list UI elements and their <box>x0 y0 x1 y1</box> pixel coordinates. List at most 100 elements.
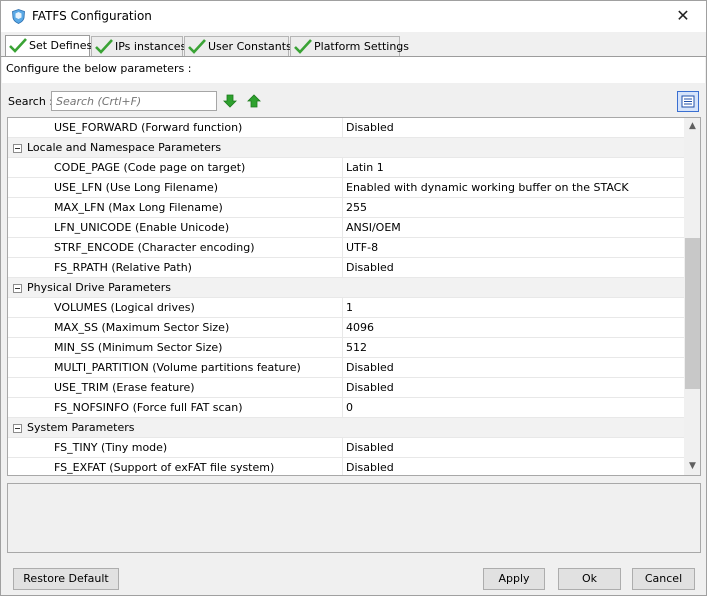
parameter-value[interactable]: 1 <box>346 301 353 314</box>
parameter-value[interactable]: Disabled <box>346 261 394 274</box>
parameter-row[interactable]: FS_TINY (Tiny mode) Disabled <box>8 438 684 458</box>
column-divider <box>342 238 343 258</box>
tab-label: IPs instances <box>115 40 187 53</box>
scroll-thumb[interactable] <box>685 238 700 389</box>
tab-label: User Constants <box>208 40 292 53</box>
parameter-name: VOLUMES (Logical drives) <box>54 301 195 314</box>
parameter-row[interactable]: MAX_LFN (Max Long Filename) 255 <box>8 198 684 218</box>
apply-button[interactable]: Apply <box>483 568 545 590</box>
search-input[interactable] <box>51 91 217 111</box>
column-divider <box>342 118 343 138</box>
parameter-value[interactable]: Disabled <box>346 121 394 134</box>
column-divider <box>342 438 343 458</box>
tab-user-constants[interactable]: User Constants <box>184 36 292 56</box>
parameter-name: USE_TRIM (Erase feature) <box>54 381 195 394</box>
parameter-row[interactable]: STRF_ENCODE (Character encoding) UTF-8 <box>8 238 684 258</box>
group-row[interactable]: System Parameters <box>8 418 684 438</box>
title-bar: FATFS Configuration ✕ <box>1 1 706 32</box>
tab-set-defines[interactable]: Set Defines <box>5 35 93 56</box>
window-title: FATFS Configuration <box>32 9 152 23</box>
parameter-value[interactable]: 4096 <box>346 321 374 334</box>
parameters-table: USE_FORWARD (Forward function) Disabled Lo… <box>7 117 701 476</box>
instruction-text: Configure the below parameters : <box>6 62 192 75</box>
parameter-name: FS_TINY (Tiny mode) <box>54 441 168 454</box>
tab-label: Set Defines <box>29 39 93 52</box>
parameter-row[interactable]: MIN_SS (Minimum Sector Size) 512 <box>8 338 684 358</box>
collapse-icon[interactable] <box>13 424 22 433</box>
parameter-name: MIN_SS (Minimum Sector Size) <box>54 341 223 354</box>
parameter-name: FS_RPATH (Relative Path) <box>54 261 192 274</box>
parameter-name: USE_FORWARD (Forward function) <box>54 121 243 134</box>
parameter-value[interactable]: Disabled <box>346 461 394 474</box>
group-label: System Parameters <box>27 421 135 434</box>
parameter-name: MULTI_PARTITION (Volume partitions featu… <box>54 361 301 374</box>
checkmark-icon <box>188 39 206 54</box>
parameter-name: MAX_LFN (Max Long Filename) <box>54 201 223 214</box>
parameter-name: LFN_UNICODE (Enable Unicode) <box>54 221 230 234</box>
column-divider <box>342 198 343 218</box>
parameter-row[interactable]: VOLUMES (Logical drives) 1 <box>8 298 684 318</box>
parameter-value[interactable]: 255 <box>346 201 367 214</box>
column-divider <box>342 398 343 418</box>
parameter-row[interactable]: USE_TRIM (Erase feature) Disabled <box>8 378 684 398</box>
cancel-button[interactable]: Cancel <box>632 568 695 590</box>
parameter-name: USE_LFN (Use Long Filename) <box>54 181 219 194</box>
description-panel <box>7 483 701 553</box>
parameter-value[interactable]: 0 <box>346 401 353 414</box>
column-divider <box>342 378 343 398</box>
parameter-row[interactable]: USE_LFN (Use Long Filename) Enabled with … <box>8 178 684 198</box>
collapse-icon[interactable] <box>13 144 22 153</box>
arrow-up-icon[interactable] <box>246 93 262 109</box>
parameter-row[interactable]: LFN_UNICODE (Enable Unicode) ANSI/OEM <box>8 218 684 238</box>
parameter-name: MAX_SS (Maximum Sector Size) <box>54 321 230 334</box>
dialog-window: FATFS Configuration ✕ Set Defines IPs in… <box>0 0 707 596</box>
search-label: Search : <box>8 95 53 108</box>
checkmark-icon <box>9 38 27 53</box>
column-divider <box>342 458 343 475</box>
parameter-row[interactable]: FS_NOFSINFO (Force full FAT scan) 0 <box>8 398 684 418</box>
parameter-row[interactable]: USE_FORWARD (Forward function) Disabled <box>8 118 684 138</box>
restore-default-button[interactable]: Restore Default <box>13 568 119 590</box>
parameter-row[interactable]: CODE_PAGE (Code page on target) Latin 1 <box>8 158 684 178</box>
parameter-row[interactable]: MULTI_PARTITION (Volume partitions featu… <box>8 358 684 378</box>
column-divider <box>342 358 343 378</box>
parameter-value[interactable]: 512 <box>346 341 367 354</box>
parameter-value[interactable]: Latin 1 <box>346 161 384 174</box>
column-divider <box>342 218 343 238</box>
parameter-value[interactable]: Enabled with dynamic working buffer on t… <box>346 181 629 194</box>
parameter-value[interactable]: ANSI/OEM <box>346 221 401 234</box>
vertical-scrollbar[interactable]: ▲ ▼ <box>684 118 700 475</box>
group-row[interactable]: Physical Drive Parameters <box>8 278 684 298</box>
parameter-row[interactable]: MAX_SS (Maximum Sector Size) 4096 <box>8 318 684 338</box>
column-divider <box>342 298 343 318</box>
collapse-icon[interactable] <box>13 284 22 293</box>
column-divider <box>342 258 343 278</box>
parameter-row[interactable]: FS_EXFAT (Support of exFAT file system) D… <box>8 458 684 475</box>
list-view-icon <box>681 95 695 108</box>
scroll-up-icon[interactable]: ▲ <box>684 118 700 135</box>
parameter-value[interactable]: UTF-8 <box>346 241 378 254</box>
column-divider <box>342 318 343 338</box>
column-divider <box>342 158 343 178</box>
checkmark-icon <box>95 39 113 54</box>
parameter-name: CODE_PAGE (Code page on target) <box>54 161 246 174</box>
ok-button[interactable]: Ok <box>558 568 621 590</box>
scroll-down-icon[interactable]: ▼ <box>684 458 700 475</box>
group-row[interactable]: Locale and Namespace Parameters <box>8 138 684 158</box>
parameter-value[interactable]: Disabled <box>346 361 394 374</box>
parameter-name: FS_NOFSINFO (Force full FAT scan) <box>54 401 243 414</box>
tab-platform-settings[interactable]: Platform Settings <box>290 36 409 56</box>
arrow-down-icon[interactable] <box>222 93 238 109</box>
column-divider <box>342 178 343 198</box>
close-icon[interactable]: ✕ <box>660 1 706 32</box>
tab-ips-instances[interactable]: IPs instances <box>91 36 187 56</box>
group-label: Locale and Namespace Parameters <box>27 141 222 154</box>
column-divider <box>342 338 343 358</box>
parameter-name: FS_EXFAT (Support of exFAT file system) <box>54 461 275 474</box>
parameter-value[interactable]: Disabled <box>346 441 394 454</box>
parameter-row[interactable]: FS_RPATH (Relative Path) Disabled <box>8 258 684 278</box>
tab-label: Platform Settings <box>314 40 410 53</box>
group-label: Physical Drive Parameters <box>27 281 172 294</box>
parameter-value[interactable]: Disabled <box>346 381 394 394</box>
list-view-button[interactable] <box>677 91 699 112</box>
